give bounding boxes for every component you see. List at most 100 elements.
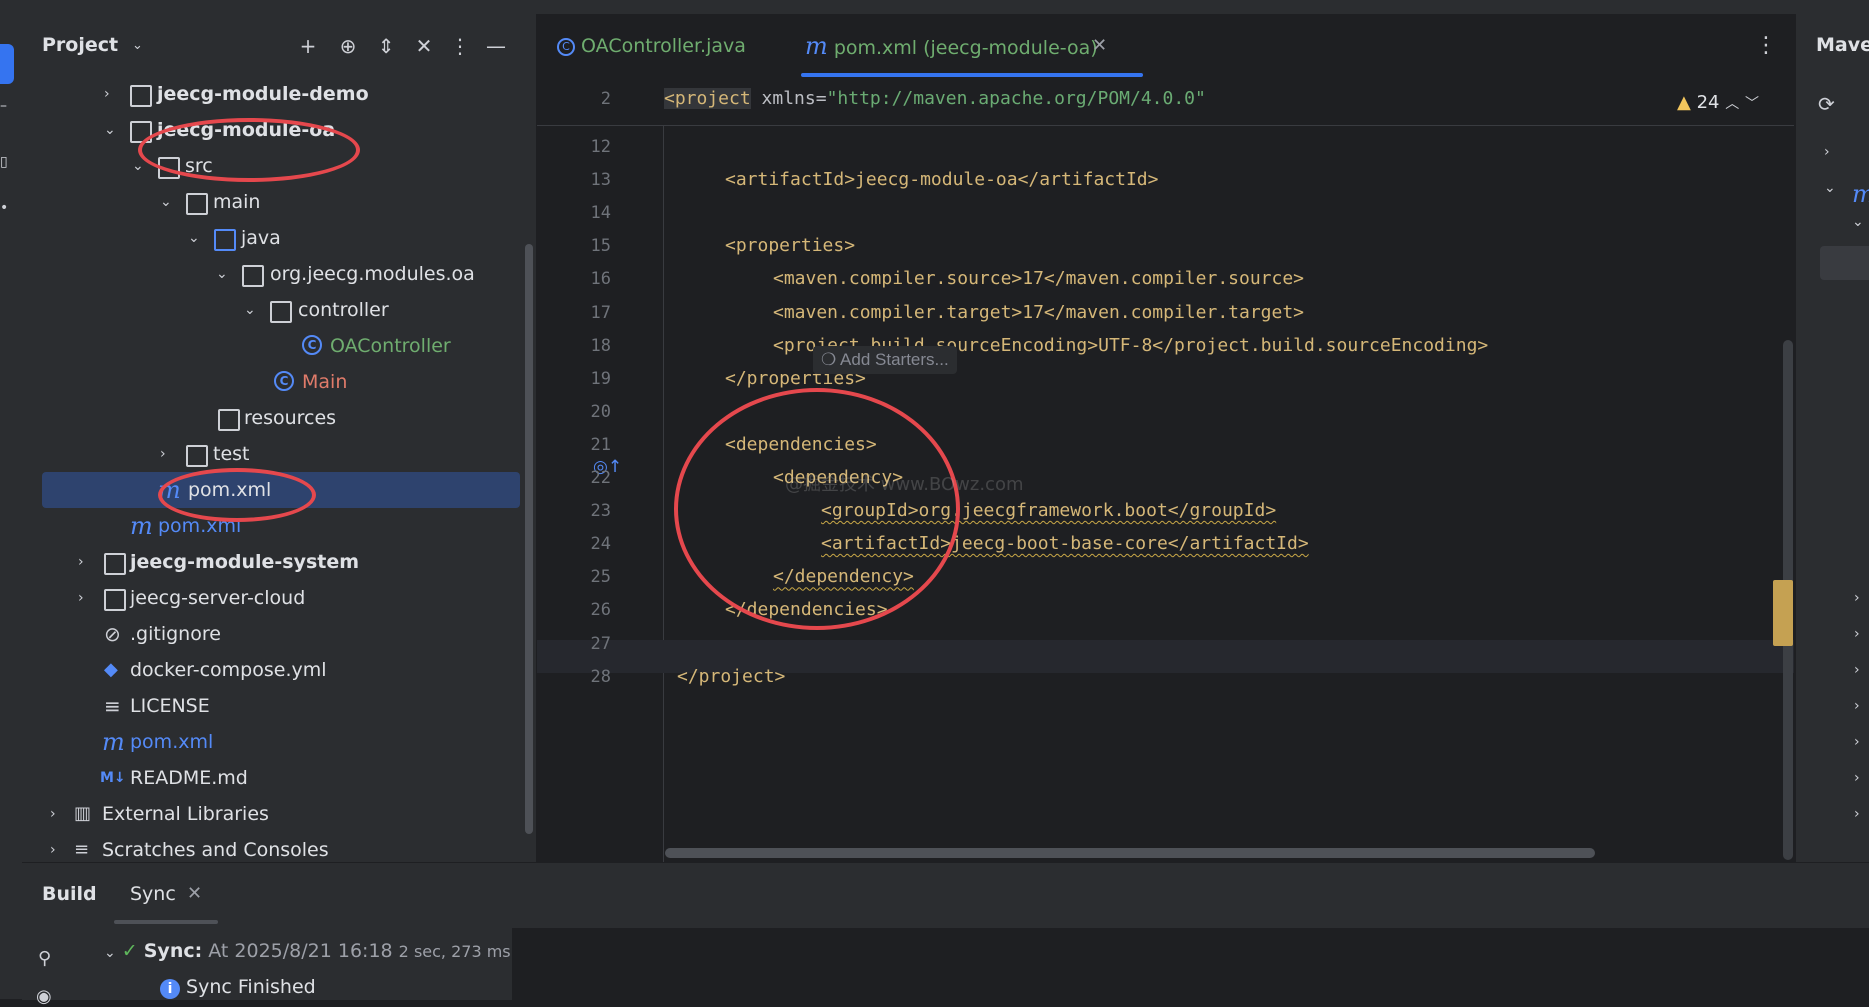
sync-tab[interactable]: Sync [130, 883, 176, 905]
tree-item-java[interactable]: ⌄ java [22, 220, 524, 256]
active-tab-indicator [114, 920, 218, 924]
locate-icon[interactable]: ⊕ [334, 32, 362, 60]
chevron-down-icon[interactable]: ⌄ [104, 112, 116, 148]
tree-item-oacontroller[interactable]: C OAController [22, 328, 524, 364]
project-panel-title[interactable]: Project [42, 34, 118, 56]
chevron-right-icon[interactable]: › [1854, 626, 1860, 642]
pin-icon[interactable]: ⚲ [38, 948, 51, 969]
warning-count: 24 [1696, 92, 1720, 113]
tree-item-jeecg-server-cloud[interactable]: › jeecg-server-cloud [22, 580, 524, 616]
folder-icon [186, 445, 208, 467]
tree-item-docker-compose[interactable]: ◆ docker-compose.yml [22, 652, 524, 688]
horizontal-scrollbar[interactable] [665, 848, 1595, 858]
code-line[interactable]: </project> [677, 660, 785, 693]
chevron-right-icon[interactable]: › [78, 580, 84, 616]
tree-item-pom-root[interactable]: m pom.xml [22, 724, 524, 760]
tree-item-jeecg-module-system[interactable]: › jeecg-module-system [22, 544, 524, 580]
tree-item-readme[interactable]: M↓ README.md [22, 760, 524, 796]
tab-pom-xml[interactable]: m pom.xml (jeecg-module-oa) [805, 14, 1098, 78]
tree-item-gitignore[interactable]: ⊘ .gitignore [22, 616, 524, 652]
tree-item-package[interactable]: ⌄ org.jeecg.modules.oa [22, 256, 524, 292]
sync-label: Sync: [143, 940, 203, 962]
build-tab[interactable]: Build [42, 883, 97, 905]
tree-item-test[interactable]: › test [22, 436, 524, 472]
tree-item-resources[interactable]: resources [22, 400, 524, 436]
chevron-right-icon[interactable]: › [1854, 590, 1860, 606]
more-tools-icon[interactable]: • [0, 200, 14, 220]
code-line[interactable]: <artifactId>jeecg-module-oa</artifactId> [725, 163, 1158, 196]
chevron-down-icon[interactable]: ⌄ [1852, 214, 1864, 230]
chevron-right-icon[interactable]: › [50, 796, 56, 832]
tree-item-main[interactable]: ⌄ main [22, 184, 524, 220]
maven-selected-row[interactable] [1820, 246, 1869, 280]
expand-all-icon[interactable]: ⇕ [372, 32, 400, 60]
tree-item-controller[interactable]: ⌄ controller [22, 292, 524, 328]
source-folder-icon [214, 229, 236, 251]
code-tag: <project [664, 88, 751, 109]
structure-tool-icon[interactable]: ▯ [0, 154, 14, 174]
project-tree-scrollbar[interactable] [525, 244, 533, 834]
chevron-right-icon[interactable]: › [1854, 770, 1860, 786]
close-tab-icon[interactable]: ✕ [1092, 14, 1107, 78]
package-icon [270, 301, 292, 323]
tree-item-main-class[interactable]: C Main [22, 364, 524, 400]
sync-finished-row[interactable]: i Sync Finished [160, 976, 316, 999]
warning-marker-strip[interactable] [1773, 580, 1793, 646]
line-number: 19 [590, 368, 611, 389]
tree-item-external-libraries[interactable]: › ▥ External Libraries [22, 796, 524, 832]
tree-item-label: test [213, 443, 250, 465]
tree-item-jeecg-module-demo[interactable]: › jeecg-module-demo [22, 76, 524, 112]
sync-finished-label: Sync Finished [186, 976, 316, 998]
project-tool-icon[interactable] [0, 44, 14, 84]
chevron-down-icon[interactable]: ⌄ [132, 38, 143, 53]
reload-icon[interactable]: ⟳ [1818, 92, 1835, 116]
chevron-right-icon[interactable]: › [1854, 806, 1860, 822]
maven-file-icon: m [1852, 180, 1869, 208]
commit-tool-icon[interactable]: – [0, 98, 14, 118]
options-icon[interactable]: ⋮ [446, 32, 474, 60]
chevron-down-icon[interactable]: ⌄ [216, 256, 228, 292]
chevron-right-icon[interactable]: › [1854, 734, 1860, 750]
line-number: 24 [590, 534, 611, 555]
tree-item-label: java [241, 227, 281, 249]
chevron-down-icon[interactable]: ⌄ [104, 945, 116, 961]
close-tab-icon[interactable]: ✕ [187, 883, 202, 904]
tab-options-icon[interactable]: ⋮ [1755, 14, 1777, 78]
chevron-down-icon[interactable]: ⌄ [1824, 180, 1836, 196]
tab-oacontroller[interactable]: C OAController.java [557, 14, 746, 78]
chevron-down-icon[interactable]: ﹀ [1745, 96, 1759, 112]
line-number: 15 [590, 236, 611, 257]
chevron-right-icon[interactable]: › [78, 544, 84, 580]
inspection-widget[interactable]: ▲ 24 ︿ ﹀ [1677, 92, 1759, 113]
sync-result-row[interactable]: ⌄ ✓ Sync: At 2025/8/21 16:18 2 sec, 273 … [104, 940, 511, 962]
hide-panel-icon[interactable]: — [482, 32, 510, 60]
line-number: 22 [590, 468, 611, 488]
line-number: 13 [590, 170, 611, 191]
maven-panel-title[interactable]: Maven [1816, 34, 1869, 56]
chevron-right-icon[interactable]: › [1854, 662, 1860, 678]
chevron-down-icon[interactable]: ⌄ [160, 184, 172, 220]
chevron-right-icon[interactable]: › [104, 76, 110, 112]
new-file-icon[interactable]: + [294, 32, 322, 60]
code-line[interactable]: <properties> [725, 229, 855, 262]
add-starters-hint[interactable]: ❍ Add Starters... [813, 346, 957, 374]
package-icon [242, 265, 264, 287]
collapse-all-icon[interactable]: ✕ [410, 32, 438, 60]
code-line[interactable]: <maven.compiler.target>17</maven.compile… [773, 296, 1304, 329]
tree-item-license[interactable]: ≡ LICENSE [22, 688, 524, 724]
code-line[interactable]: <maven.compiler.source>17</maven.compile… [773, 262, 1304, 295]
chevron-up-icon[interactable]: ︿ [1725, 96, 1739, 112]
code-attr: xmlns= [750, 88, 827, 109]
chevron-right-icon[interactable]: › [1824, 144, 1830, 160]
code-line[interactable]: <project xmlns="http://maven.apache.org/… [664, 82, 1206, 115]
folder-icon [104, 589, 126, 611]
tree-item-label: docker-compose.yml [130, 659, 327, 681]
chevron-right-icon[interactable]: › [160, 436, 166, 472]
eye-icon[interactable]: ◉ [36, 986, 52, 1007]
library-icon: ▥ [74, 803, 92, 824]
sticky-header-line: 2 <project xmlns="http://maven.apache.or… [537, 78, 1794, 126]
chevron-right-icon[interactable]: › [1854, 698, 1860, 714]
module-folder-icon [130, 85, 152, 107]
chevron-down-icon[interactable]: ⌄ [244, 292, 256, 328]
chevron-down-icon[interactable]: ⌄ [188, 220, 200, 256]
